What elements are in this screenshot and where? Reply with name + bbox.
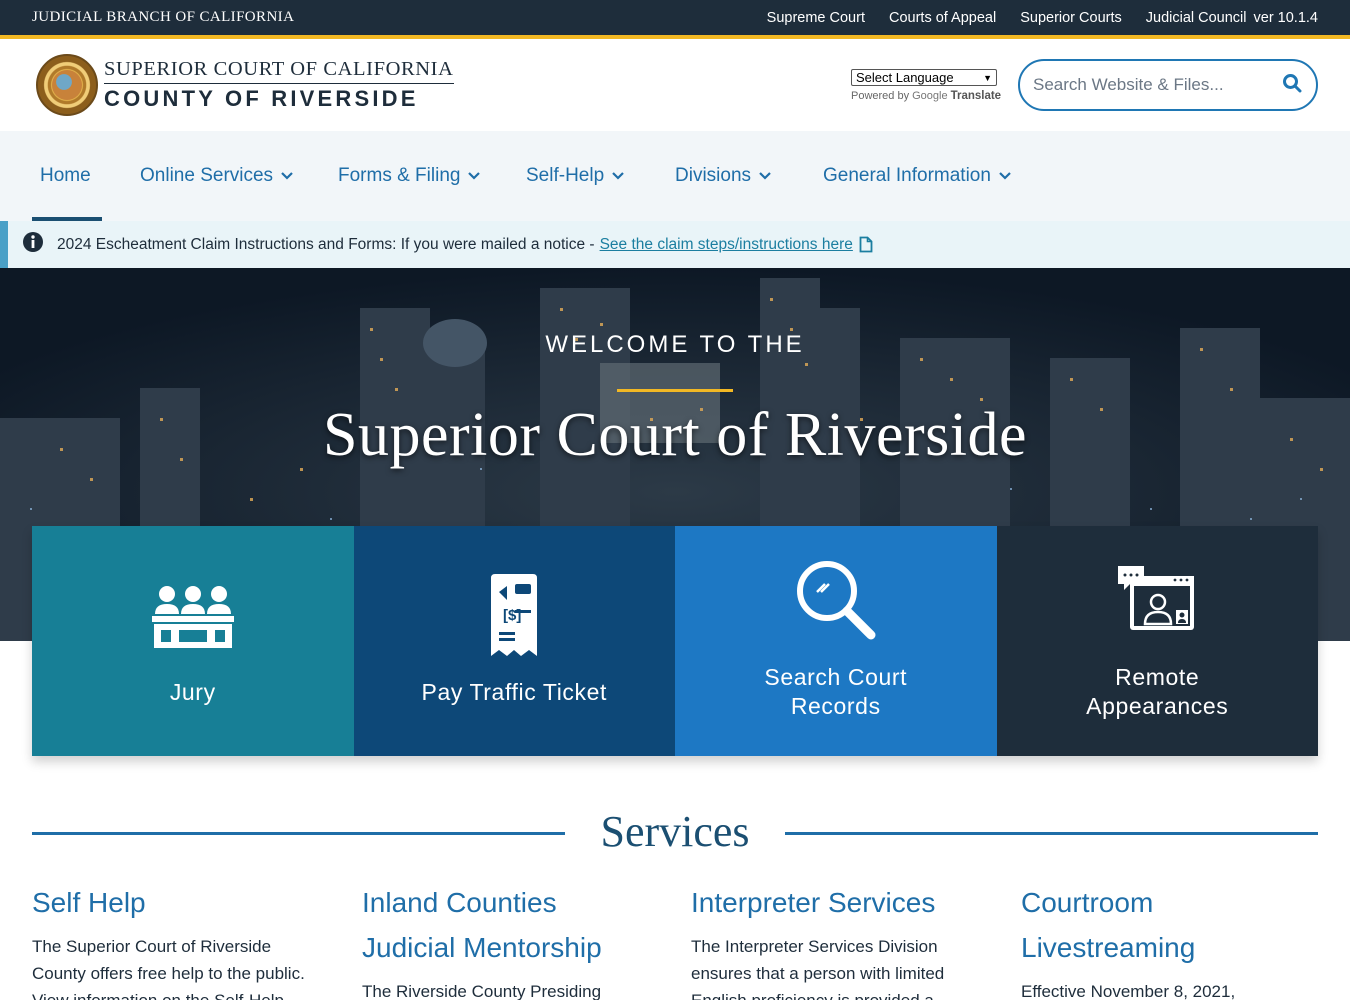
supreme-court-link[interactable]: Supreme Court bbox=[767, 10, 865, 26]
judicial-mentorship-link[interactable]: Inland Counties Judicial Mentorship bbox=[362, 880, 652, 970]
nav-forms-filing[interactable]: Forms & Filing bbox=[338, 131, 481, 221]
logo-line1: SUPERIOR COURT OF CALIFORNIA bbox=[104, 57, 454, 84]
chevron-down-icon bbox=[612, 172, 624, 180]
courtroom-livestreaming-link[interactable]: Courtroom Livestreaming bbox=[1021, 880, 1311, 970]
court-logo[interactable]: SUPERIOR COURT OF CALIFORNIA COUNTY OF R… bbox=[36, 54, 454, 116]
self-help-text: The Superior Court of Riverside County o… bbox=[32, 937, 305, 1000]
nav-self-help[interactable]: Self-Help bbox=[526, 131, 624, 221]
quick-links: Jury [$] Pay Traffic Ticket Search Court… bbox=[32, 526, 1318, 756]
search-court-records-label: Search Court Records bbox=[675, 663, 997, 721]
nav-divisions[interactable]: Divisions bbox=[675, 131, 771, 221]
interpreter-services-link[interactable]: Interpreter Services bbox=[691, 880, 981, 925]
remote-appearances-line1: Remote bbox=[1115, 664, 1200, 690]
self-help-link[interactable]: Self Help bbox=[32, 880, 322, 925]
chevron-down-icon: ▼ bbox=[983, 72, 992, 83]
nav-home[interactable]: Home bbox=[32, 131, 102, 221]
powered-by-label: Powered by bbox=[851, 90, 910, 102]
chevron-down-icon bbox=[468, 172, 481, 180]
nav-forms-filing-label: Forms & Filing bbox=[338, 165, 461, 186]
california-seal-icon bbox=[36, 54, 98, 116]
pay-traffic-ticket-tile[interactable]: [$] Pay Traffic Ticket bbox=[353, 526, 676, 756]
hero-kicker: WELCOME TO THE bbox=[545, 331, 805, 358]
courtroom-livestreaming-title-line1: Courtroom bbox=[1021, 887, 1154, 918]
judicial-mentorship-text: The Riverside County Presiding bbox=[362, 982, 602, 1000]
pay-traffic-ticket-label: Pay Traffic Ticket bbox=[421, 679, 607, 705]
nav-divisions-label: Divisions bbox=[675, 165, 752, 186]
remote-appearances-label: Remote Appearances bbox=[997, 663, 1319, 721]
nav-self-help-label: Self-Help bbox=[526, 165, 605, 186]
search-icon[interactable] bbox=[1282, 73, 1302, 98]
chevron-down-icon bbox=[759, 172, 771, 180]
alert-text: 2024 Escheatment Claim Instructions and … bbox=[57, 235, 595, 253]
version-label: ver 10.1.4 bbox=[1253, 9, 1319, 26]
judicial-council-link[interactable]: Judicial Council bbox=[1146, 10, 1247, 26]
courtroom-livestreaming-title-line2: Livestreaming bbox=[1021, 932, 1196, 963]
google-logo: Google bbox=[912, 90, 948, 102]
site-header: SUPERIOR COURT OF CALIFORNIA COUNTY OF R… bbox=[0, 39, 1350, 131]
jury-label: Jury bbox=[169, 679, 216, 705]
judicial-mentorship-title-line2: Judicial Mentorship bbox=[362, 932, 602, 963]
search-court-records-line1: Search Court bbox=[764, 664, 908, 690]
nav-online-services[interactable]: Online Services bbox=[140, 131, 293, 221]
utility-links: Supreme Court Courts of Appeal Superior … bbox=[767, 10, 1318, 26]
utility-bar: JUDICIAL BRANCH OF CALIFORNIA Supreme Co… bbox=[0, 0, 1350, 39]
service-self-help: Self Help The Superior Court of Riversid… bbox=[32, 880, 322, 1000]
interpreter-services-title: Interpreter Services bbox=[691, 887, 936, 918]
logo-text: SUPERIOR COURT OF CALIFORNIA COUNTY OF R… bbox=[104, 57, 454, 114]
search-court-records-tile[interactable]: Search Court Records bbox=[675, 526, 997, 756]
svg-text:[$]: [$] bbox=[503, 607, 521, 624]
divider-right bbox=[785, 832, 1318, 835]
nav-online-services-label: Online Services bbox=[140, 165, 274, 186]
self-help-title: Self Help bbox=[32, 887, 146, 918]
services-heading: Services bbox=[32, 806, 1318, 860]
powered-by: Powered by Google Translate bbox=[851, 90, 1001, 102]
hero-divider bbox=[617, 389, 733, 392]
search-court-records-line2: Records bbox=[790, 693, 881, 719]
chevron-down-icon bbox=[281, 172, 293, 180]
nav-home-label: Home bbox=[40, 165, 91, 186]
service-judicial-mentorship: Inland Counties Judicial Mentorship The … bbox=[362, 880, 652, 1000]
document-icon bbox=[859, 236, 873, 253]
site-search bbox=[1018, 59, 1318, 111]
remote-appearances-line2: Appearances bbox=[1086, 693, 1229, 719]
magnifier-icon bbox=[675, 559, 997, 641]
superior-courts-link[interactable]: Superior Courts bbox=[1020, 10, 1122, 26]
hero-title: Superior Court of Riverside bbox=[322, 401, 1027, 469]
language-select-value: Select Language bbox=[856, 70, 954, 85]
main-nav: Home Online Services Forms & Filing Self… bbox=[0, 131, 1350, 221]
judicial-branch-link[interactable]: JUDICIAL BRANCH OF CALIFORNIA bbox=[32, 9, 294, 26]
courtroom-livestreaming-text: Effective November 8, 2021, bbox=[1021, 982, 1236, 1000]
interpreter-services-text: The Interpreter Services Division ensure… bbox=[691, 937, 945, 1000]
translate-link[interactable]: Translate bbox=[951, 90, 1002, 102]
traffic-ticket-icon: [$] bbox=[354, 574, 676, 656]
jury-tile[interactable]: Jury bbox=[32, 526, 354, 756]
google-translate: Select Language ▼ Powered by Google Tran… bbox=[851, 69, 1001, 102]
nav-general-information-label: General Information bbox=[823, 165, 991, 186]
courts-of-appeal-link[interactable]: Courts of Appeal bbox=[889, 10, 996, 26]
service-interpreter: Interpreter Services The Interpreter Ser… bbox=[691, 880, 981, 1000]
remote-appearances-tile[interactable]: Remote Appearances bbox=[996, 526, 1319, 756]
nav-general-information[interactable]: General Information bbox=[823, 131, 1011, 221]
judicial-mentorship-title-line1: Inland Counties bbox=[362, 887, 557, 918]
service-livestreaming: Courtroom Livestreaming Effective Novemb… bbox=[1021, 880, 1311, 1000]
alert-banner: 2024 Escheatment Claim Instructions and … bbox=[0, 221, 1350, 268]
info-icon bbox=[22, 231, 44, 258]
claim-instructions-link[interactable]: See the claim steps/instructions here bbox=[600, 236, 853, 254]
remote-appearance-icon bbox=[997, 566, 1319, 632]
search-input[interactable] bbox=[1033, 75, 1263, 95]
language-select[interactable]: Select Language ▼ bbox=[851, 69, 997, 86]
logo-line2: COUNTY OF RIVERSIDE bbox=[104, 85, 419, 111]
chevron-down-icon bbox=[999, 172, 1011, 180]
jury-icon bbox=[32, 582, 354, 648]
